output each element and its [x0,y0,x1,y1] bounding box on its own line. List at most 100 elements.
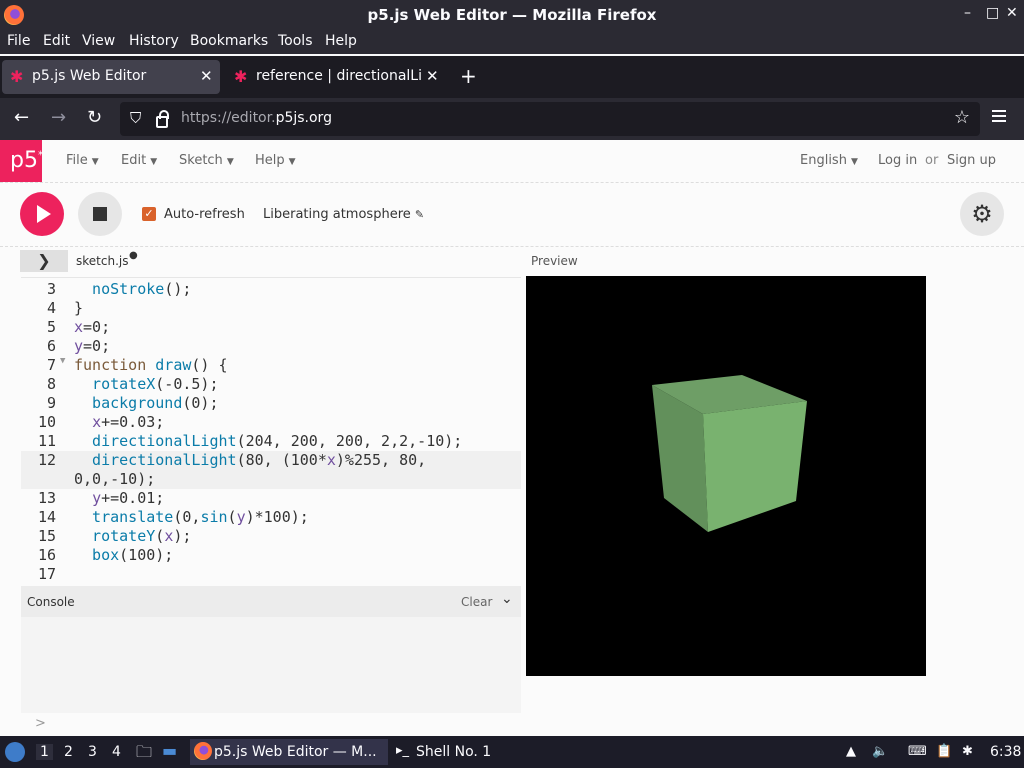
p5-menu-sketch[interactable]: Sketch ▼ [179,153,234,168]
chevron-down-icon[interactable]: ⌄ [501,591,513,607]
shield-icon[interactable]: ⛉ [130,109,141,127]
network-icon[interactable]: ⌨ [908,744,927,759]
clipboard-icon[interactable]: 📋 [936,744,952,759]
url-text[interactable]: https://editor.p5js.org [181,110,332,126]
unsaved-indicator: ● [129,250,138,261]
code-line[interactable]: 5 x=0; [21,318,521,337]
p5-menu-help[interactable]: Help ▼ [255,153,296,168]
p5-editor-app: p5* File ▼ Edit ▼ Sketch ▼ Help ▼ English ▼ L… [0,140,1024,736]
caret-down-icon: ▼ [150,157,158,167]
notification-icon[interactable]: ▲ [846,744,856,759]
file-manager-icon[interactable]: 🗀 [136,741,152,768]
code-line[interactable]: 9 background(0); [21,394,521,413]
stop-button[interactable] [78,192,122,236]
cube-render [652,375,807,532]
minimize-button[interactable]: – [964,5,971,21]
back-arrow-icon[interactable]: ← [14,107,29,128]
code-line[interactable]: 14 translate(0,sin(y)*100); [21,508,521,527]
caret-down-icon: ▼ [226,157,234,167]
menu-help[interactable]: Help [325,33,357,49]
login-link[interactable]: Log in [878,153,917,168]
tab-reference[interactable]: ✱ reference | directionalLig ✕ [226,60,446,94]
p5-logo[interactable]: p5* [0,140,43,182]
code-line[interactable]: 15 rotateY(x); [21,527,521,546]
code-line-active[interactable]: 12 directionalLight(80, (100*x)%255, 80, [21,451,521,470]
file-tab-sketch[interactable]: sketch.js ● [76,250,138,268]
taskbar-app-shell[interactable]: ▸_ Shell No. 1 [392,739,502,765]
pencil-icon[interactable]: ✎ [415,208,424,221]
auto-refresh-label[interactable]: Auto-refresh [164,207,245,222]
workspace-1[interactable]: 1 [36,744,53,760]
forward-arrow-icon[interactable]: → [51,107,66,128]
terminal-icon: ▸_ [396,743,410,758]
play-button[interactable] [20,192,64,236]
code-line[interactable]: 16 box(100); [21,546,521,565]
sketch-preview-canvas[interactable] [526,276,926,676]
console-clear-button[interactable]: Clear [461,595,492,609]
close-window-button[interactable]: ✕ [1006,5,1018,21]
code-line[interactable]: 10 x+=0.03; [21,413,521,432]
menu-view[interactable]: View [82,33,115,49]
code-line-wrapped[interactable]: 0,0,-10); [21,470,521,489]
console-header: Console Clear ⌄ [21,586,521,617]
caret-down-icon: ▼ [288,157,296,167]
workspace-3[interactable]: 3 [88,744,97,760]
menu-edit[interactable]: Edit [43,33,70,49]
code-line[interactable]: 13 y+=0.01; [21,489,521,508]
volume-icon[interactable]: 🔈 [872,744,888,759]
console-output [21,617,521,713]
browser-menubar: File Edit View History Bookmarks Tools H… [0,30,1024,54]
signup-link[interactable]: Sign up [947,153,996,168]
caret-down-icon: ▼ [850,157,858,167]
tab-strip: ✱ p5.js Web Editor ✕ ✱ reference | direc… [0,56,1024,98]
menu-tools[interactable]: Tools [278,33,313,49]
toolbar-divider [0,246,1024,247]
p5-menu-file[interactable]: File ▼ [66,153,99,168]
sidebar-toggle-button[interactable]: ❯ [20,250,68,272]
caret-down-icon: ▼ [91,157,99,167]
language-select[interactable]: English ▼ [800,153,858,168]
workspace-4[interactable]: 4 [112,744,121,760]
workspace-2[interactable]: 2 [64,744,73,760]
menu-history[interactable]: History [129,33,179,49]
settings-gear-icon[interactable]: ⚙ [960,192,1004,236]
new-tab-button[interactable]: + [460,64,477,88]
tab-label: reference | directionalLig [256,68,422,84]
preview-label: Preview [531,254,578,268]
fold-arrow-icon[interactable]: ▼ [60,356,65,366]
close-tab-icon[interactable]: ✕ [426,67,439,85]
reload-icon[interactable]: ↻ [87,107,102,128]
address-bar[interactable]: ⛉ https://editor.p5js.org ☆ [120,102,980,136]
auto-refresh-checkbox[interactable]: ✓ [142,207,156,221]
code-line[interactable]: 4} [21,299,521,318]
firefox-icon [194,742,212,760]
lock-icon[interactable] [156,110,169,128]
p5-menu-edit[interactable]: Edit ▼ [121,153,157,168]
system-menu-icon[interactable] [5,742,25,762]
tab-p5-editor[interactable]: ✱ p5.js Web Editor ✕ [2,60,220,94]
clock: 6:38 [990,744,1022,760]
sketch-name[interactable]: Liberating atmosphere ✎ [263,207,424,222]
code-line[interactable]: 17 [21,565,521,584]
cube-front-face [703,401,807,532]
bookmark-star-icon[interactable]: ☆ [954,107,970,128]
code-editor[interactable]: 3 noStroke(); 4} 5 x=0; 6 y=0; 7 ▼ function … [21,277,521,585]
code-line[interactable]: 6 y=0; [21,337,521,356]
or-text: or [925,153,939,168]
code-line[interactable]: 7 ▼ function draw() { [21,356,521,375]
code-line[interactable]: 8 rotateX(-0.5); [21,375,521,394]
close-tab-icon[interactable]: ✕ [200,67,213,85]
taskbar-app-firefox[interactable]: p5.js Web Editor — M... [190,739,388,765]
maximize-button[interactable]: □ [986,5,999,21]
menu-file[interactable]: File [7,33,30,49]
p5-favicon-icon: ✱ [10,67,24,86]
console-prompt-icon: > [35,716,46,731]
hamburger-menu-icon[interactable] [992,110,1006,122]
menu-bookmarks[interactable]: Bookmarks [190,33,268,49]
os-taskbar: 1 2 3 4 🗀 ▬ p5.js Web Editor — M... ▸_ S… [0,736,1024,768]
update-icon[interactable]: ✱ [962,744,973,759]
code-line[interactable]: 3 noStroke(); [21,280,521,299]
code-line[interactable]: 11 directionalLight(204, 200, 200, 2,2,-… [21,432,521,451]
console-input[interactable]: > [21,713,521,736]
desktop-icon[interactable]: ▬ [162,741,177,760]
